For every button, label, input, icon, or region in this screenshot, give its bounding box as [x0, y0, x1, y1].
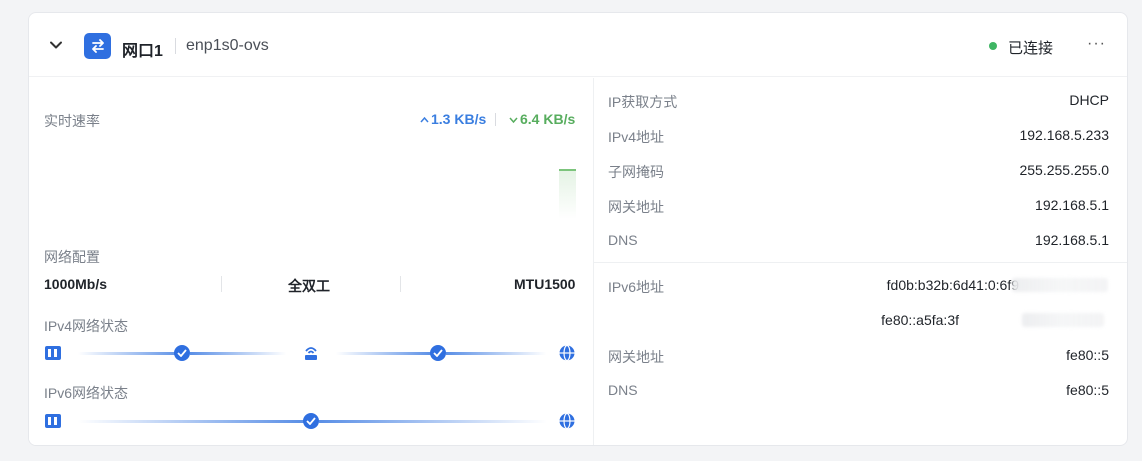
ipv6-check-icon — [303, 413, 319, 429]
arrow-down-icon — [509, 117, 518, 124]
globe-icon — [559, 412, 575, 430]
ipv6-link-line — [319, 420, 547, 423]
port-swap-icon — [84, 33, 111, 59]
header-divider — [175, 38, 176, 54]
ipv4-link-line — [190, 352, 286, 355]
realtime-rate-label: 实时速率 — [44, 113, 100, 129]
globe-icon — [559, 344, 575, 362]
ipv4-check-icon — [174, 345, 190, 361]
more-options-button[interactable]: ··· — [1087, 35, 1106, 53]
ipv6-address-1: fd0b:b32b:6d41:0:6f9 — [886, 277, 1019, 293]
redacted-blur — [1022, 313, 1104, 327]
detail-value: fe80::5 — [1066, 347, 1109, 363]
detail-value: 255.255.255.0 — [1019, 162, 1109, 178]
redacted-blur — [1012, 278, 1108, 292]
detail-label: 网关地址 — [608, 349, 664, 365]
upload-rate: 1.3 KB/s — [420, 111, 486, 127]
detail-label: DNS — [608, 232, 638, 248]
detail-value: 192.168.5.1 — [1035, 232, 1109, 248]
chevron-down-icon[interactable] — [49, 38, 63, 52]
ipv4-link-line — [336, 352, 432, 355]
network-config-label: 网络配置 — [44, 249, 100, 265]
router-icon — [305, 347, 317, 360]
config-divider — [221, 276, 222, 292]
ipv6-details: IPv6地址 fd0b:b32b:6d41:0:6f9 fe80::a5fa:3… — [608, 277, 1109, 407]
section-divider — [593, 262, 1127, 263]
detail-label: IPv4地址 — [608, 129, 665, 145]
ipv6-address-2: fe80::a5fa:3f — [881, 312, 959, 328]
connection-status: 已连接 — [1008, 40, 1054, 57]
detail-value: 192.168.5.233 — [1019, 127, 1109, 143]
duplex-mode: 全双工 — [288, 278, 330, 294]
mtu-value: MTU1500 — [514, 276, 576, 292]
rate-chart-bar — [559, 169, 576, 219]
detail-label: IP获取方式 — [608, 94, 678, 110]
detail-label: IPv6地址 — [608, 279, 665, 295]
ipv4-check-icon — [430, 345, 446, 361]
rate-divider — [495, 113, 496, 126]
card-header: 网口1 enp1s0-ovs 已连接 ··· — [29, 13, 1127, 77]
detail-label: DNS — [608, 382, 638, 398]
ipv4-details: IP获取方式 DHCP IPv4地址 192.168.5.233 子网掩码 25… — [608, 92, 1109, 262]
status-dot-icon — [989, 42, 997, 50]
detail-label: 网关地址 — [608, 199, 664, 215]
arrow-up-icon — [420, 116, 429, 123]
config-divider — [400, 276, 401, 292]
device-icon — [45, 346, 61, 360]
detail-value: DHCP — [1069, 92, 1109, 108]
interface-name: enp1s0-ovs — [186, 37, 269, 54]
ipv4-link-line — [78, 352, 182, 355]
device-icon — [45, 414, 61, 428]
link-speed: 1000Mb/s — [44, 276, 108, 292]
detail-value: 192.168.5.1 — [1035, 197, 1109, 213]
ipv6-link-line — [78, 420, 304, 423]
detail-value: fe80::5 — [1066, 382, 1109, 398]
port-name: 网口1 — [122, 43, 163, 60]
detail-label: 子网掩码 — [608, 164, 664, 180]
ipv4-status-label: IPv4网络状态 — [44, 318, 129, 334]
ipv6-status-label: IPv6网络状态 — [44, 385, 129, 401]
ipv4-link-line — [446, 352, 546, 355]
download-rate: 6.4 KB/s — [509, 111, 575, 127]
